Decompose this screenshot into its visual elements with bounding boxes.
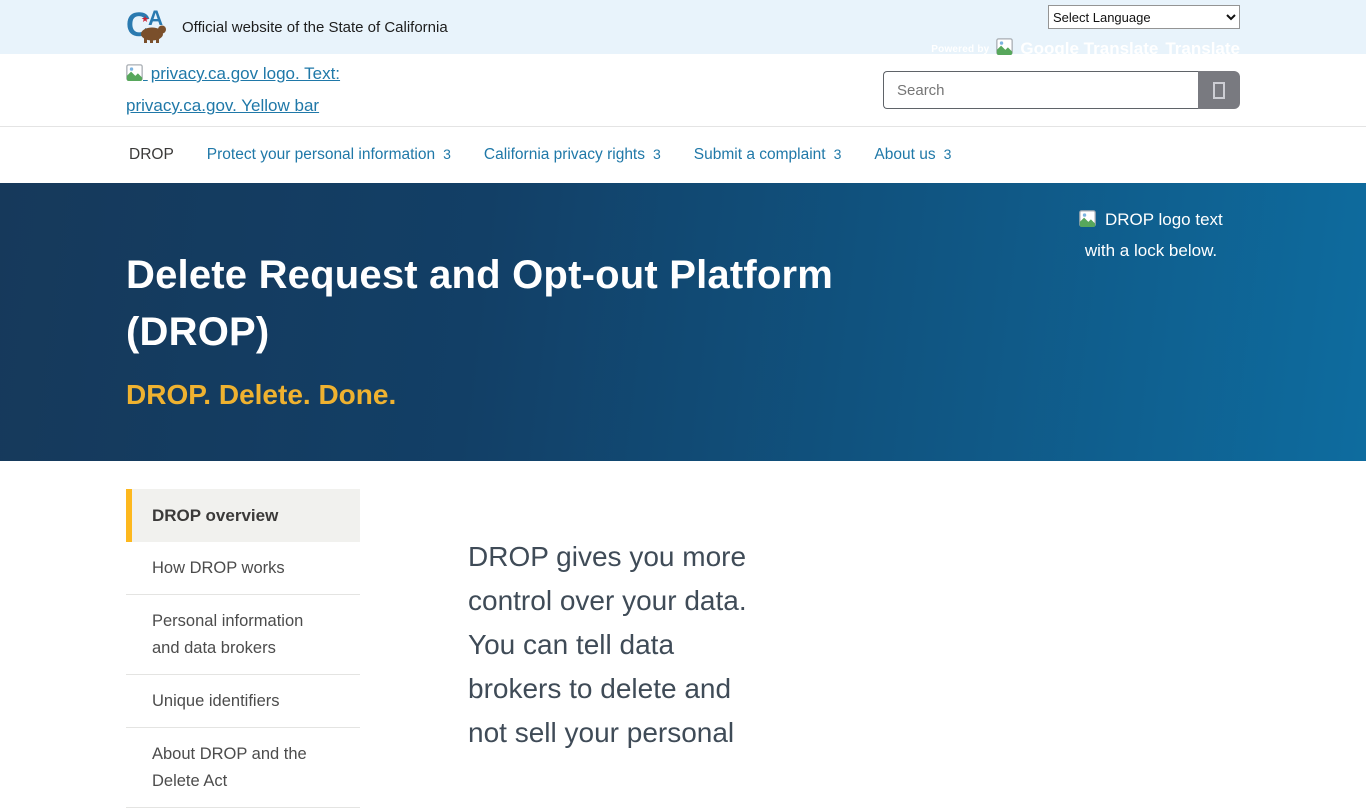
drop-logo-broken-image: DROP logo text with a lock below. — [1062, 183, 1240, 411]
drop-logo-alt-text: DROP logo text with a lock below. — [1085, 210, 1223, 260]
nav-item-label: About us — [874, 146, 935, 164]
nav-item-drop[interactable]: DROP — [129, 146, 174, 164]
sidebar-item-label: Unique identifiers — [152, 692, 280, 710]
language-select[interactable]: Select Language — [1048, 5, 1240, 29]
sidebar-item-personal-information-and-data-brokers[interactable]: Personal information and data brokers — [126, 595, 360, 675]
sidebar-item-unique-identifiers[interactable]: Unique identifiers — [126, 675, 360, 728]
nav-item-label: California privacy rights — [484, 146, 645, 164]
primary-nav: DROP Protect your personal information 3… — [0, 127, 1366, 183]
site-logo-alt-text: privacy.ca.gov logo. Text: privacy.ca.go… — [126, 64, 340, 115]
utility-bar: C A ★ Official website of the State of C… — [0, 0, 1366, 54]
ca-state-logo-icon: C A ★ — [126, 5, 170, 50]
broken-image-icon — [1079, 212, 1101, 231]
sidebar-item-about-drop-and-the-delete-act[interactable]: About DROP and the Delete Act — [126, 728, 360, 808]
nav-item-california-privacy-rights[interactable]: California privacy rights 3 — [484, 146, 661, 164]
chevron-down-icon: 3 — [653, 146, 661, 162]
nav-item-about-us[interactable]: About us 3 — [874, 146, 951, 164]
broken-image-icon — [126, 66, 148, 85]
sidebar-item-label: How DROP works — [152, 559, 285, 577]
main-content: DROP gives you more control over your da… — [468, 489, 770, 808]
translate-powered-row: Powered by Google Translate Translate — [920, 29, 1240, 60]
powered-by-label: Powered by — [931, 44, 989, 55]
section-sidebar: DROP overview How DROP works Personal in… — [126, 489, 360, 808]
sidebar-item-label: Personal information and data brokers — [152, 612, 303, 657]
search-input[interactable] — [883, 71, 1198, 109]
nav-item-label: DROP — [129, 146, 174, 164]
official-website-text: Official website of the State of Califor… — [182, 19, 448, 36]
hero-banner: Delete Request and Opt-out Platform (DRO… — [0, 183, 1366, 461]
chevron-down-icon: 3 — [944, 146, 952, 162]
site-logo-broken-image-link[interactable]: privacy.ca.gov logo. Text: privacy.ca.go… — [126, 59, 371, 121]
intro-paragraph: DROP gives you more control over your da… — [468, 535, 770, 755]
sidebar-item-label: DROP overview — [152, 506, 278, 525]
broken-image-icon — [996, 38, 1013, 60]
nav-item-protect-personal-information[interactable]: Protect your personal information 3 — [207, 146, 451, 164]
google-translate-label: Google Translate — [1020, 39, 1158, 59]
chevron-down-icon: 3 — [834, 146, 842, 162]
site-header: privacy.ca.gov logo. Text: privacy.ca.go… — [0, 54, 1366, 127]
sidebar-item-drop-overview[interactable]: DROP overview — [126, 489, 360, 542]
sidebar-item-how-drop-works[interactable]: How DROP works — [126, 542, 360, 595]
nav-item-label: Submit a complaint — [694, 146, 826, 164]
nav-item-label: Protect your personal information — [207, 146, 435, 164]
nav-item-submit-a-complaint[interactable]: Submit a complaint 3 — [694, 146, 842, 164]
search-icon — [1213, 82, 1225, 99]
search-button[interactable] — [1198, 71, 1240, 109]
chevron-down-icon: 3 — [443, 146, 451, 162]
google-translate-widget: Select Language Powered by Google Transl… — [920, 0, 1240, 54]
ca-gov-brand: C A ★ Official website of the State of C… — [126, 0, 448, 54]
svg-text:★: ★ — [141, 15, 149, 25]
search-bar — [883, 71, 1240, 109]
translate-link[interactable]: Translate — [1165, 39, 1240, 59]
hero-tagline: DROP. Delete. Done. — [126, 379, 946, 411]
page-title: Delete Request and Opt-out Platform (DRO… — [126, 247, 946, 361]
